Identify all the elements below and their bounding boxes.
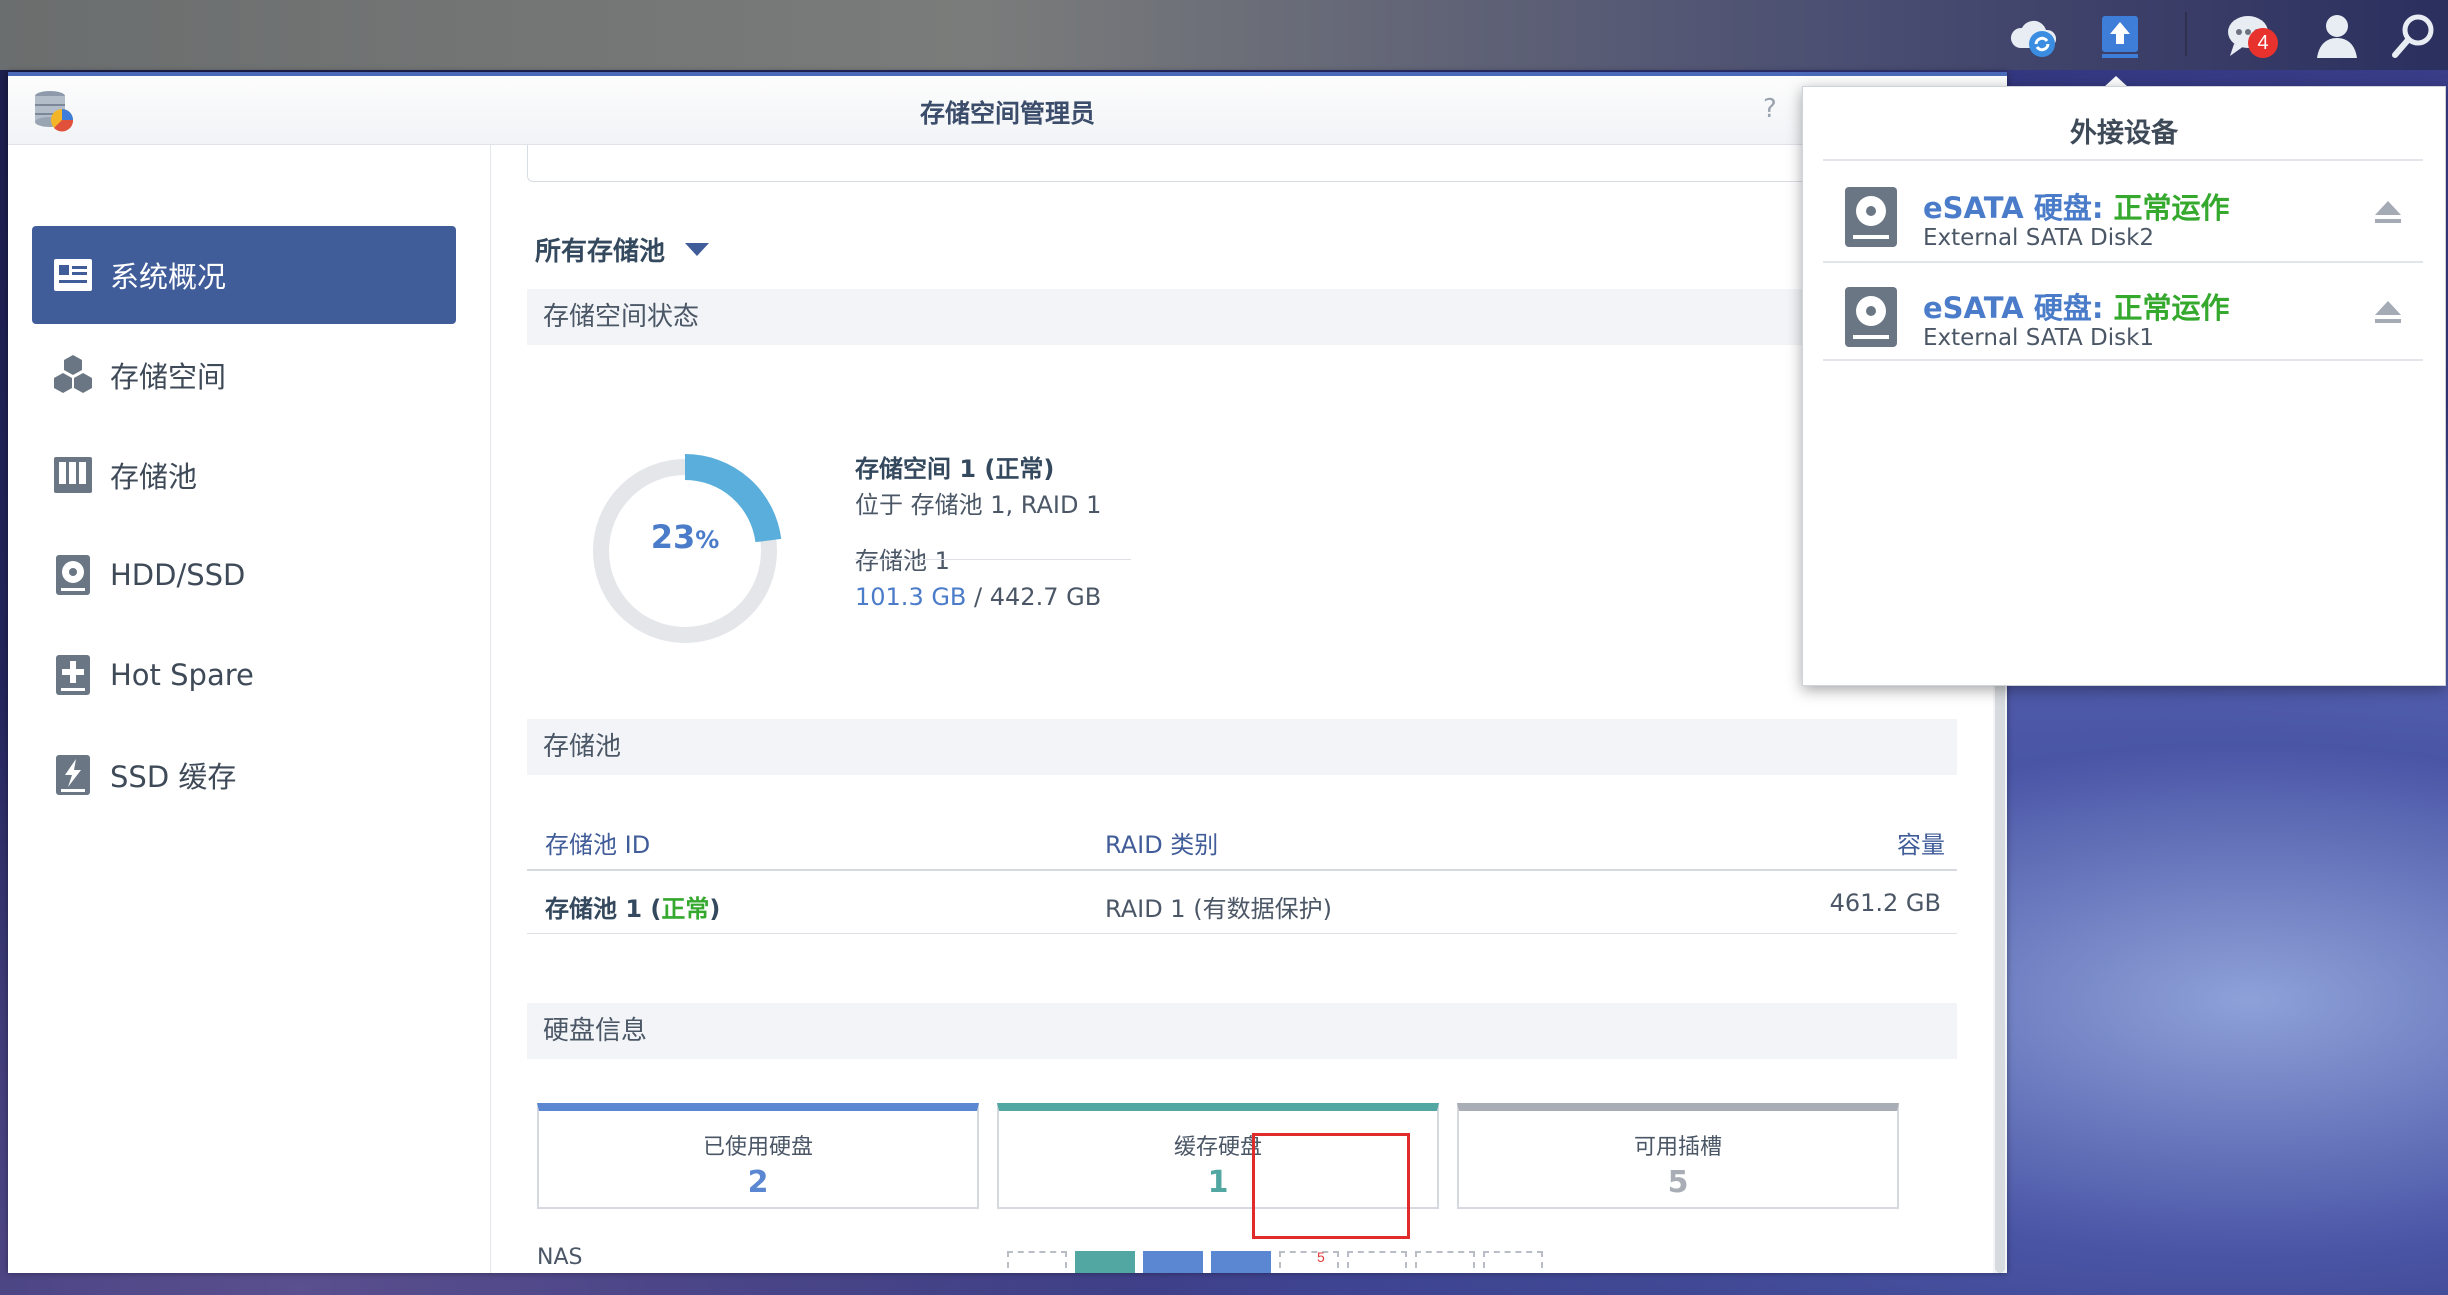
pool-filter-label: 所有存储池 [535,237,666,267]
available-slots-box: 可用插槽 5 [1457,1103,1899,1209]
sidebar-item-hdd-ssd[interactable]: HDD/SSD [32,526,456,624]
sidebar-item-label: Hot Spare [110,658,254,692]
sidebar-item-label: 存储空间 [110,360,227,394]
external-device-item[interactable]: eSATA 硬盘: 正常运作 External SATA Disk1 [1825,263,2425,361]
storage-pool-icon [50,452,96,498]
hdd-icon [1845,287,1897,347]
slot-5-number: 5 [1317,1249,1325,1265]
notifications-icon[interactable]: 4 [2220,6,2280,66]
help-button[interactable]: ? [1763,94,1777,124]
window-title: 存储空间管理员 [8,94,2007,130]
drive-slot[interactable] [1347,1251,1407,1273]
volume-total: / 442.7 GB [974,583,1102,611]
sidebar-item-volume[interactable]: 存储空间 [32,326,456,424]
available-slots-label: 可用插槽 [1633,1135,1722,1160]
ssd-cache-icon [50,752,96,798]
taskbar [0,0,2448,70]
drive-slot[interactable] [1143,1251,1203,1273]
upload-icon[interactable] [2090,6,2150,66]
volume-info-divider [855,559,1131,560]
user-icon[interactable] [2307,6,2367,66]
pool-raid-cell: RAID 1 (有数据保护) [1105,895,1332,923]
eject-icon[interactable] [2373,197,2403,225]
chevron-down-icon [685,243,710,256]
sidebar-item-label: 系统概况 [110,260,227,294]
search-icon[interactable] [2384,6,2444,66]
column-header-capacity[interactable]: 容量 [1897,825,1945,860]
taskbar-separator [2185,12,2187,56]
storage-pool-header: 存储池 [527,719,1957,775]
volume-used: 101.3 GB [855,583,967,611]
sidebar: 系统概况 存储空间 存储池 HDD/SSD Hot Spare SSD 缓存 [8,145,491,1273]
volume-cubes-icon [50,352,96,398]
device-type: eSATA 硬盘: [1923,191,2104,225]
device-name: eSATA 硬盘: 正常运作 [1923,285,2230,327]
popup-divider [1823,359,2423,361]
previous-card [527,145,1959,182]
pool-filter-dropdown[interactable]: 所有存储池 [535,231,710,268]
sidebar-item-ssd-cache[interactable]: SSD 缓存 [32,726,456,824]
volume-capacity: 101.3 GB / 442.7 GB [855,579,1101,615]
hdd-icon [1845,187,1897,247]
volume-state: 正常 [995,455,1044,483]
pool-id-name: 存储池 1 [545,895,643,923]
usage-percent-label: 23% [587,518,783,556]
column-header-pool-id[interactable]: 存储池 ID [545,825,650,860]
used-disks-label: 已使用硬盘 [702,1135,813,1160]
hot-spare-icon [50,652,96,698]
volume-title[interactable]: 存储空间 1 (正常) [855,451,1101,487]
drive-slot[interactable] [1483,1251,1543,1273]
device-subtitle: External SATA Disk1 [1923,325,2155,351]
sidebar-item-storage-pool[interactable]: 存储池 [32,426,456,524]
device-name: eSATA 硬盘: 正常运作 [1923,185,2230,227]
sidebar-item-label: SSD 缓存 [110,760,237,794]
volume-name: 存储空间 1 [855,455,977,483]
external-device-item[interactable]: eSATA 硬盘: 正常运作 External SATA Disk2 [1825,163,2425,261]
notification-badge: 4 [2248,28,2278,58]
device-status: 正常运作 [2113,191,2230,225]
overview-icon [50,252,96,298]
disk-info-header: 硬盘信息 [527,1003,1957,1059]
sidebar-item-overview[interactable]: 系统概况 [32,226,456,324]
popup-title: 外接设备 [2070,118,2178,149]
column-header-raid[interactable]: RAID 类别 [1105,825,1218,860]
device-type: eSATA 硬盘: [1923,291,2104,325]
hdd-icon [50,552,96,598]
sidebar-item-label: 存储池 [110,460,198,494]
drive-slot[interactable] [1279,1251,1339,1273]
storage-manager-window: 存储空间管理员 ? 系统概况 存储空间 存储池 HDD/SSD Hot Spar… [8,72,2007,1273]
volume-info: 存储空间 1 (正常) 位于 存储池 1, RAID 1 存储池 1 101.3… [855,451,1101,615]
used-disks-box: 已使用硬盘 2 [537,1103,979,1209]
cloud-sync-icon[interactable] [2004,6,2064,66]
table-header-row: 存储池 ID RAID 类别 容量 [527,807,1957,871]
device-subtitle: External SATA Disk2 [1923,225,2155,251]
sidebar-item-hot-spare[interactable]: Hot Spare [32,626,456,724]
volume-pool-name: 存储池 1 [855,547,950,575]
volume-status-header: 存储空间状态 [527,289,1957,345]
drive-slot[interactable] [1075,1251,1135,1273]
drive-slot[interactable] [1007,1251,1067,1273]
window-title-text: 存储空间管理员 [919,99,1095,128]
main-content: 所有存储池 存储空间状态 23% 存储空间 1 (正常) 位于 存储池 1, R… [491,145,1991,1273]
pool-capacity-cell: 461.2 GB [1829,889,1941,917]
eject-icon[interactable] [2373,297,2403,325]
pool-state: 正常 [661,895,710,923]
drive-slot[interactable] [1415,1251,1475,1273]
popup-divider [1823,159,2423,161]
table-row[interactable]: 存储池 1 (正常) RAID 1 (有数据保护) 461.2 GB [527,871,1957,934]
available-slots-count: 5 [1667,1165,1689,1200]
device-status: 正常运作 [2113,291,2230,325]
drive-slot[interactable] [1211,1251,1271,1273]
sidebar-item-label: HDD/SSD [110,558,246,592]
external-devices-popup: 外接设备 eSATA 硬盘: 正常运作 External SATA Disk2 … [1802,86,2446,686]
highlight-box-annotation [1252,1133,1410,1239]
pool-id-cell: 存储池 1 (正常) [545,895,721,923]
volume-location: 位于 存储池 1, RAID 1 [855,491,1102,519]
usage-percent-value: 23 [650,518,696,556]
window-titlebar[interactable]: 存储空间管理员 ? [8,76,2007,145]
used-disks-count: 2 [747,1165,769,1200]
usage-percent-unit: % [695,526,720,554]
nas-label: NAS [537,1245,583,1270]
